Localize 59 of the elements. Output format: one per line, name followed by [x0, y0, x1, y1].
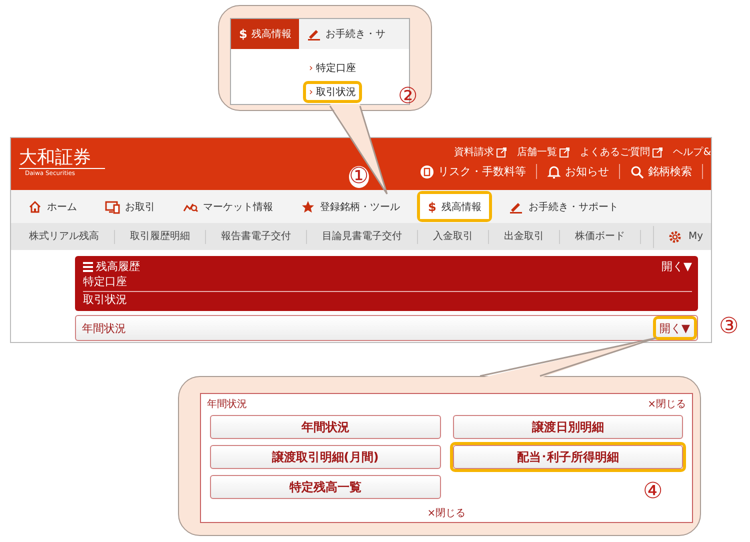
my-link[interactable]: My [653, 226, 711, 248]
close-link[interactable]: ×閉じる [648, 397, 686, 411]
gear-icon [668, 230, 682, 244]
sub-nav-link[interactable]: 取引履歴明細 [115, 230, 206, 244]
sub-nav-link[interactable]: 出金取引 [489, 230, 560, 244]
star-icon [301, 200, 315, 214]
menu-tab[interactable]: $ 残高情報 [231, 19, 300, 49]
popup-title: 年間状況 [207, 398, 247, 411]
menu-button[interactable]: 譲渡取引明細(月間) [210, 445, 440, 469]
monitor-icon [105, 200, 120, 214]
menu-button[interactable]: 特定残高一覧 [210, 475, 440, 499]
external-link-icon [652, 146, 664, 158]
logo: 大和証券 [19, 148, 105, 169]
nav-tab[interactable]: マーケット情報 [175, 194, 281, 219]
menu-button[interactable]: 配当･利子所得明細 [452, 445, 683, 469]
search-icon [630, 164, 644, 178]
panel-title: 残高履歴 [96, 259, 140, 274]
menu-button[interactable]: 譲渡日別明細 [452, 415, 683, 439]
header-link[interactable]: ヘルプ& [673, 145, 711, 159]
bell-icon [547, 164, 561, 178]
nav-tab[interactable]: お取引 [97, 194, 163, 219]
header-tool[interactable]: リスク・手数料等 [410, 164, 537, 179]
menu-tab[interactable]: お手続き・サ [299, 19, 394, 49]
header-tool[interactable]: お知らせ [537, 164, 620, 179]
dollar-icon: $ [239, 27, 248, 41]
header-tool[interactable]: 銘柄検索 [620, 164, 703, 179]
close-link[interactable]: ×閉じる [427, 506, 466, 520]
external-link-icon [559, 146, 570, 158]
chevron-icon: › [309, 63, 313, 74]
menu-icon [83, 260, 93, 272]
panel-link[interactable]: 特定口座 [83, 274, 692, 290]
sub-nav-link[interactable]: 株価ボード [560, 230, 641, 244]
nav-tab[interactable]: 登録銘柄・ツール [293, 194, 408, 219]
nav-tab[interactable]: お手続き・サポート [501, 194, 626, 219]
sub-nav-link[interactable]: 目論見書電子交付 [307, 230, 418, 244]
nav-tab[interactable]: $ 残高情報 [420, 194, 490, 219]
toggle-link[interactable]: 開く▼ [656, 320, 694, 336]
step-number: ③ [719, 316, 739, 338]
nav-tab[interactable]: ホーム [20, 194, 85, 219]
risk-icon [420, 164, 434, 178]
header-link[interactable]: 資料請求 [454, 145, 508, 159]
header-link[interactable]: よくあるご質問 [580, 145, 664, 159]
section-title: 年間状況 [82, 320, 126, 336]
panel-link[interactable]: 取引状況 [83, 291, 692, 308]
menu-link[interactable]: › 特定口座 [306, 60, 360, 76]
toggle-link[interactable]: 開く▼ [662, 259, 692, 274]
external-link-icon [496, 146, 508, 158]
sub-nav-link[interactable]: 株式リアル残高 [11, 230, 115, 244]
chevron-icon: › [309, 87, 313, 98]
sub-nav-link[interactable]: 報告書電子交付 [206, 230, 307, 244]
header-link[interactable]: 店舗一覧 [517, 145, 570, 159]
step-number: ② [398, 86, 418, 108]
dollar-icon: $ [428, 200, 436, 214]
step-number: ④ [643, 481, 663, 503]
menu-link[interactable]: › 取引状況 [306, 84, 360, 100]
sub-nav-link[interactable]: 入金取引 [418, 230, 489, 244]
pen-icon [307, 27, 322, 41]
menu-button[interactable]: 年間状況 [210, 415, 440, 439]
home-icon [28, 200, 42, 214]
